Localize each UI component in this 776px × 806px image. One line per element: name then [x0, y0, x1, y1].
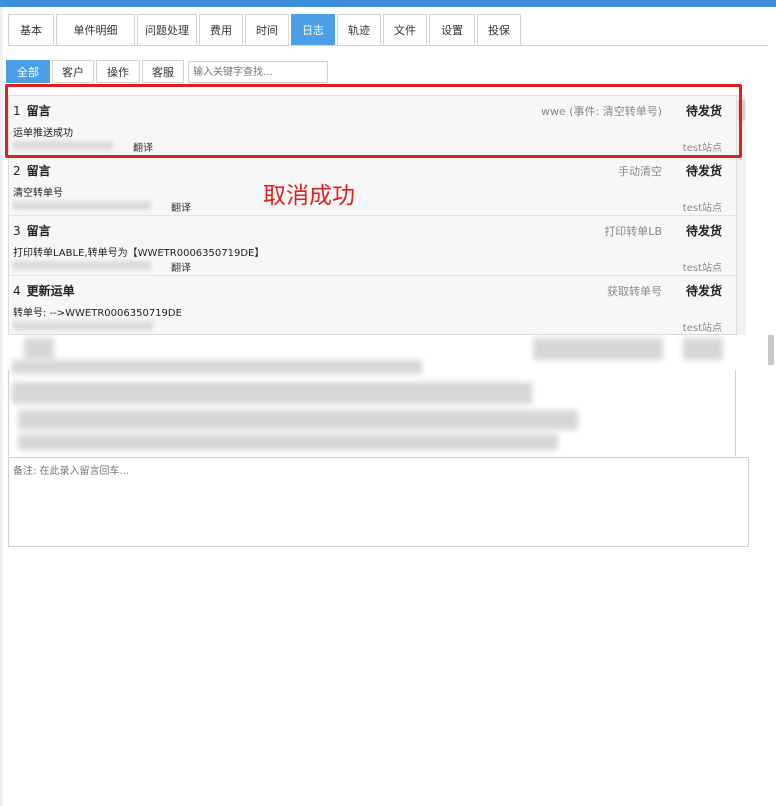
translate-link[interactable]: 翻译	[171, 199, 191, 214]
tab-insurance[interactable]: 投保	[477, 14, 521, 45]
log-entry: 3 留言 打印转单LB 待发货 打印转单LABLE,转单号为【WWETR00063…	[9, 216, 736, 276]
log-entry-index: 2	[13, 164, 21, 178]
log-entry-status: 待发货	[685, 224, 722, 238]
log-entry-site: test站点	[682, 263, 722, 274]
log-entry-index: 1	[13, 104, 21, 118]
log-entry-site: test站点	[682, 323, 722, 334]
top-accent-bar	[0, 0, 776, 7]
log-entry-meta-redacted	[13, 318, 153, 332]
redacted-region	[8, 336, 768, 456]
log-entry: 4 更新运单 获取转单号 待发货 转单号: -->WWETR0006350719D…	[9, 276, 736, 334]
log-entry-title: 1 留言	[13, 102, 51, 119]
log-entry-event: 手动清空	[618, 165, 662, 178]
filter-customer[interactable]: 客户	[52, 60, 94, 83]
log-entry-content: 转单号: -->WWETR0006350719DE	[13, 308, 182, 319]
page-scrollbar-thumb[interactable]	[768, 335, 774, 365]
log-entry-type: 留言	[26, 224, 51, 238]
log-list: 1 留言 wwe (事件: 清空转单号) 待发货 运单推送成功 翻译 test站点…	[8, 95, 737, 335]
log-entry-status: 待发货	[685, 164, 722, 178]
log-list-scroll-thumb[interactable]	[738, 99, 745, 121]
log-entry-status: 待发货	[685, 104, 722, 118]
log-list-scrollbar[interactable]	[737, 95, 746, 335]
filter-service[interactable]: 客服	[142, 60, 184, 83]
log-entry-title: 4 更新运单	[13, 282, 75, 299]
log-entry-title: 2 留言	[13, 162, 51, 179]
log-entry-type: 更新运单	[26, 284, 75, 298]
tabs-divider	[8, 45, 768, 46]
log-entry-content: 运单推送成功	[13, 128, 73, 139]
log-entry-content: 清空转单号	[13, 188, 63, 199]
log-entry-site: test站点	[682, 143, 722, 154]
tab-settings[interactable]: 设置	[429, 14, 475, 45]
translate-link[interactable]: 翻译	[133, 139, 153, 154]
left-edge-strip	[0, 7, 3, 806]
log-entry: 2 留言 手动清空 待发货 清空转单号 翻译 test站点	[9, 156, 736, 216]
log-entry-index: 4	[13, 284, 21, 298]
log-entry-event: 打印转单LB	[604, 225, 662, 238]
log-entry-meta-redacted	[13, 198, 153, 212]
log-entry-content: 打印转单LABLE,转单号为【WWETR0006350719DE】	[13, 248, 265, 259]
log-entry-meta-redacted	[13, 138, 153, 152]
log-entry-event: 获取转单号	[607, 285, 662, 298]
remark-input[interactable]	[8, 457, 749, 547]
tab-log[interactable]: 日志	[291, 14, 335, 45]
log-entry-meta-redacted	[13, 258, 153, 272]
tab-basic[interactable]: 基本	[8, 14, 54, 45]
log-entry-site: test站点	[682, 203, 722, 214]
toast-message: 取消成功	[263, 183, 355, 209]
log-entry-type: 留言	[26, 164, 51, 178]
log-entry-event: wwe (事件: 清空转单号)	[540, 105, 662, 118]
search-input[interactable]	[188, 61, 328, 83]
tab-piece-detail[interactable]: 单件明细	[56, 14, 135, 45]
filter-operation[interactable]: 操作	[96, 60, 140, 83]
tab-files[interactable]: 文件	[383, 14, 427, 45]
log-entry-type: 留言	[26, 104, 51, 118]
log-entry: 1 留言 wwe (事件: 清空转单号) 待发货 运单推送成功 翻译 test站点	[9, 96, 736, 156]
tab-track[interactable]: 轨迹	[337, 14, 381, 45]
log-entry-index: 3	[13, 224, 21, 238]
tab-fees[interactable]: 费用	[199, 14, 243, 45]
log-entry-title: 3 留言	[13, 222, 51, 239]
translate-link[interactable]: 翻译	[171, 259, 191, 274]
log-entry-status: 待发货	[685, 284, 722, 298]
filter-all[interactable]: 全部	[6, 60, 50, 83]
tab-issue-handling[interactable]: 问题处理	[137, 14, 197, 45]
tab-time[interactable]: 时间	[245, 14, 289, 45]
